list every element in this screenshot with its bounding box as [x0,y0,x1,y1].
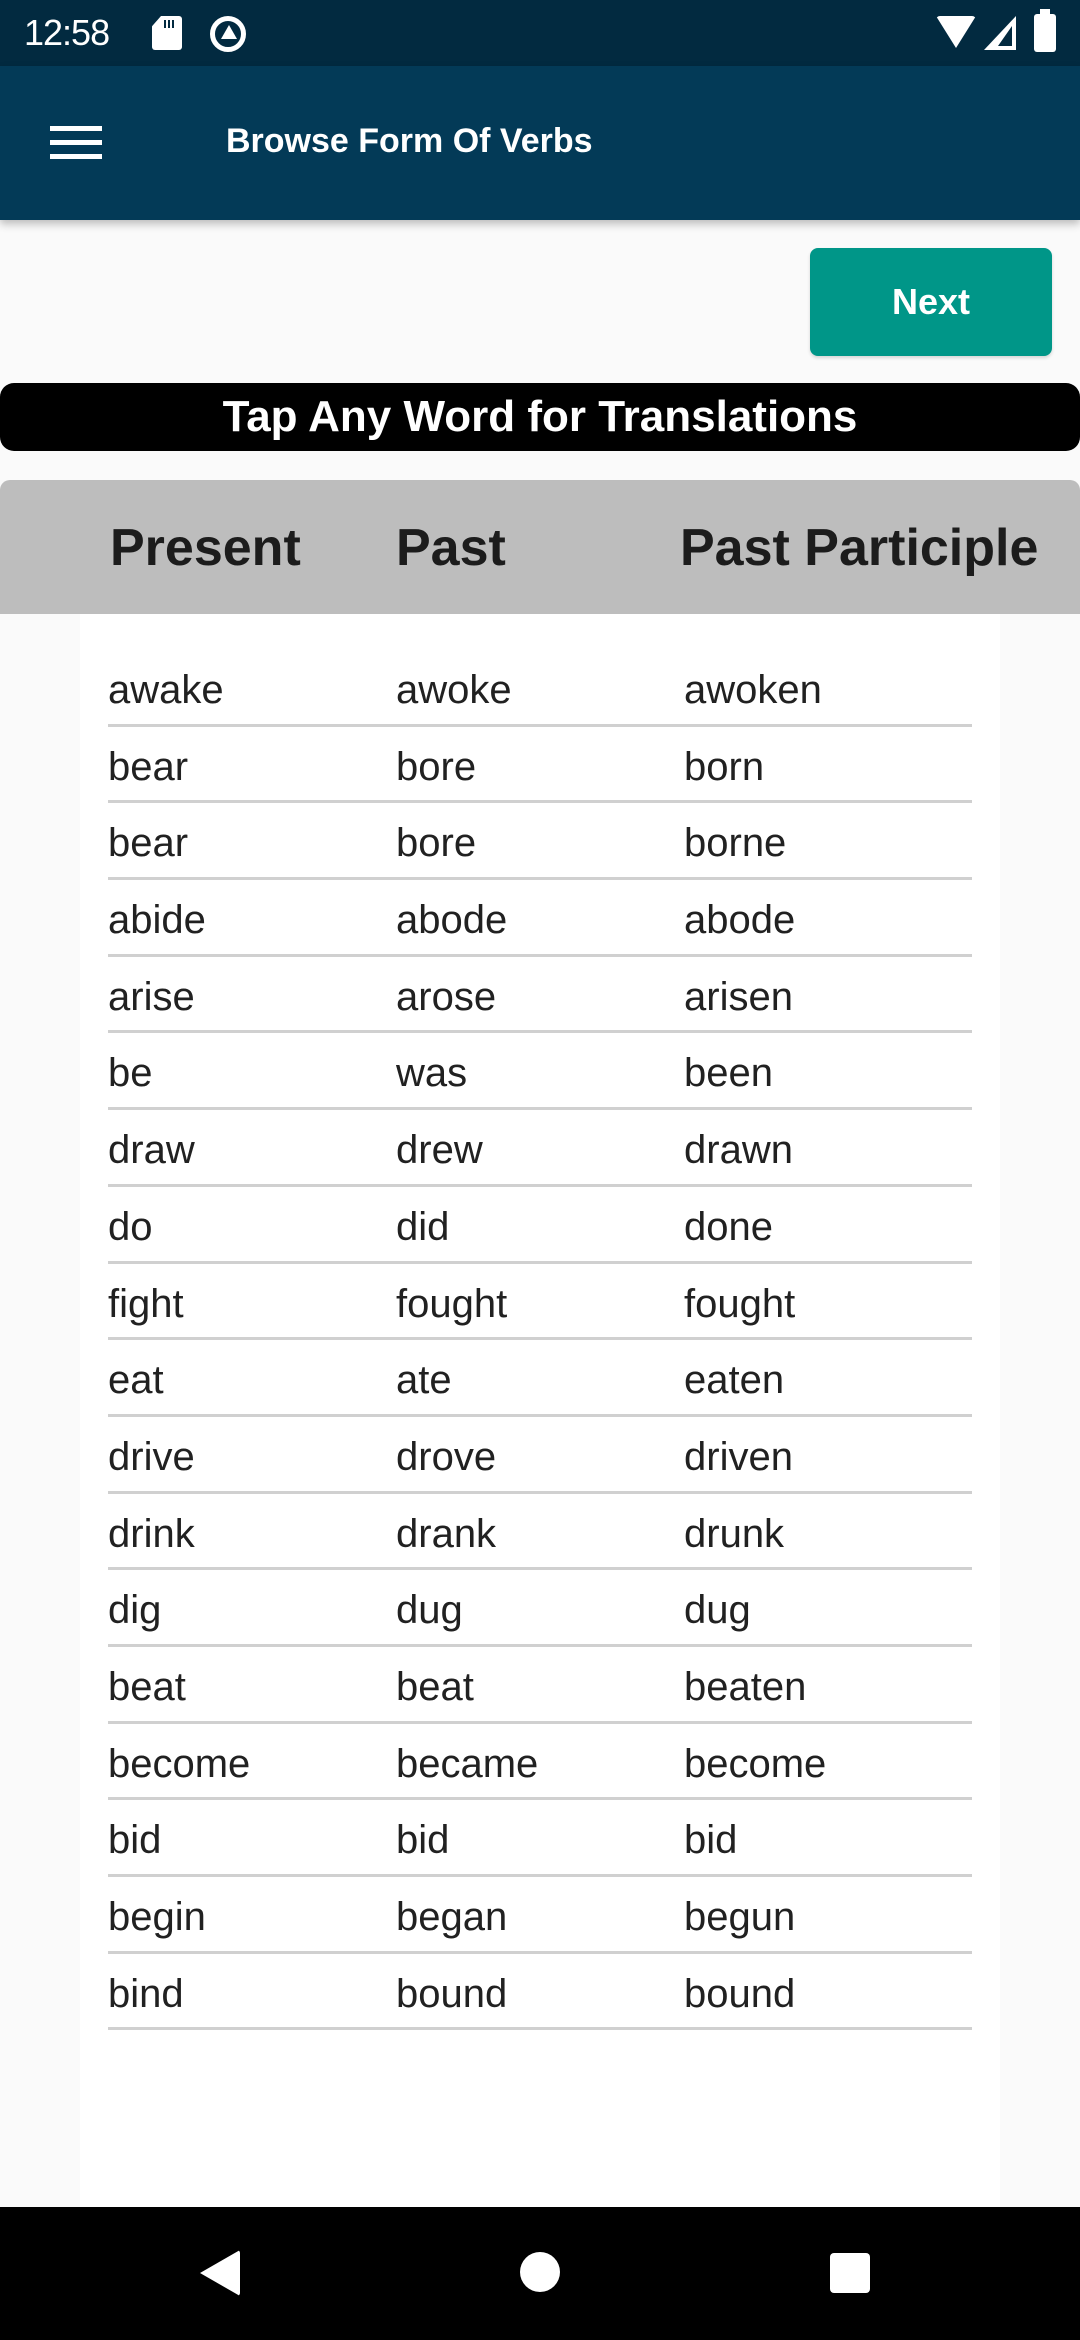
verb-present[interactable]: bear [108,821,188,866]
instruction-banner: Tap Any Word for Translations [0,383,1080,451]
verb-past-participle[interactable]: drunk [684,1512,784,1557]
table-row[interactable]: dig dug dug [108,1570,972,1647]
battery-icon [1034,9,1056,52]
app-bar: Browse Form Of Verbs [0,66,1080,220]
table-row[interactable]: bear bore born [108,727,972,804]
app-notification-icon [210,16,246,52]
table-row[interactable]: be was been [108,1033,972,1111]
next-button[interactable]: Next [810,248,1052,356]
verb-rows: awake awoke awoken bear bore born bear bore born… [108,650,972,2031]
verb-past[interactable]: was [396,1051,467,1096]
verb-past[interactable]: became [396,1742,538,1787]
home-icon[interactable] [520,2252,560,2292]
verb-present[interactable]: bind [108,1972,184,2017]
verb-past-participle[interactable]: done [684,1205,773,1250]
verb-list[interactable]: awake awoke awoken bear bore born bear bore born… [80,614,1000,2207]
verb-past-participle[interactable]: drawn [684,1128,793,1173]
wifi-icon [936,16,976,48]
verb-past[interactable]: began [396,1895,507,1940]
menu-line [50,154,102,159]
table-row[interactable]: drink drank drunk [108,1494,972,1571]
table-row[interactable]: bear bore borne [108,803,972,881]
verb-present[interactable]: abide [108,898,206,943]
verb-past[interactable]: beat [396,1665,474,1710]
verb-present[interactable]: bear [108,745,188,790]
header-past: Past [396,519,506,577]
navigation-bar [0,2207,1080,2340]
hamburger-menu-icon[interactable] [50,126,102,160]
table-row[interactable]: become became become [108,1724,972,1801]
table-row[interactable]: bind bound bound [108,1954,972,2031]
verb-past-participle[interactable]: borne [684,821,786,866]
verb-past[interactable]: drove [396,1435,496,1480]
header-past-participle: Past Participle [680,519,1039,577]
table-row[interactable]: do did done [108,1187,972,1264]
verb-past-participle[interactable]: awoken [684,668,822,713]
table-row[interactable]: arise arose arisen [108,957,972,1034]
verb-present[interactable]: begin [108,1895,206,1940]
verb-past-participle[interactable]: become [684,1742,826,1787]
verb-present[interactable]: eat [108,1358,164,1403]
verb-past[interactable]: awoke [396,668,512,713]
verb-past-participle[interactable]: bound [684,1972,795,2017]
verb-present[interactable]: dig [108,1588,161,1633]
verb-past-participle[interactable]: beaten [684,1665,806,1710]
verb-present[interactable]: do [108,1205,153,1250]
sd-card-icon [152,16,182,50]
recents-icon[interactable] [830,2253,870,2293]
table-row[interactable]: abide abode abode [108,880,972,957]
table-row[interactable]: drive drove driven [108,1417,972,1494]
table-row[interactable]: beat beat beaten [108,1647,972,1724]
verb-past[interactable]: bid [396,1818,449,1863]
table-row[interactable]: bid bid bid [108,1800,972,1877]
verb-present[interactable]: awake [108,668,224,713]
verb-present[interactable]: beat [108,1665,186,1710]
verb-past-participle[interactable]: abode [684,898,795,943]
verb-past-participle[interactable]: dug [684,1588,751,1633]
verb-past[interactable]: arose [396,975,496,1020]
verb-past[interactable]: fought [396,1282,507,1327]
menu-line [50,126,102,131]
verb-present[interactable]: become [108,1742,250,1787]
status-bar: 12:58 [0,0,1080,66]
verb-present[interactable]: arise [108,975,195,1020]
verb-past[interactable]: drew [396,1128,483,1173]
table-row[interactable]: fight fought fought [108,1264,972,1341]
cell-signal-icon [984,16,1016,50]
table-row[interactable]: draw drew drawn [108,1110,972,1187]
table-row[interactable]: begin began begun [108,1877,972,1954]
verb-past-participle[interactable]: arisen [684,975,793,1020]
verb-past-participle[interactable]: fought [684,1282,795,1327]
verb-present[interactable]: bid [108,1818,161,1863]
verb-past-participle[interactable]: begun [684,1895,795,1940]
verb-past-participle[interactable]: driven [684,1435,793,1480]
app-title: Browse Form Of Verbs [226,122,593,160]
status-time: 12:58 [24,12,110,53]
verb-past[interactable]: abode [396,898,507,943]
back-icon[interactable] [200,2250,240,2296]
table-header: Present Past Past Participle [0,480,1080,614]
verb-past[interactable]: drank [396,1512,496,1557]
verb-present[interactable]: be [108,1051,153,1096]
verb-past-participle[interactable]: bid [684,1818,737,1863]
table-row[interactable]: awake awoke awoken [108,650,972,727]
verb-present[interactable]: draw [108,1128,195,1173]
verb-past-participle[interactable]: been [684,1051,773,1096]
header-present: Present [110,519,301,577]
verb-past-participle[interactable]: eaten [684,1358,784,1403]
verb-past[interactable]: bore [396,745,476,790]
verb-past[interactable]: dug [396,1588,463,1633]
verb-past[interactable]: bound [396,1972,507,2017]
verb-past[interactable]: did [396,1205,449,1250]
menu-line [50,140,102,145]
verb-past[interactable]: ate [396,1358,452,1403]
verb-present[interactable]: drink [108,1512,195,1557]
verb-past-participle[interactable]: born [684,745,764,790]
verb-present[interactable]: drive [108,1435,195,1480]
table-row[interactable]: eat ate eaten [108,1340,972,1417]
verb-present[interactable]: fight [108,1282,184,1327]
verb-past[interactable]: bore [396,821,476,866]
